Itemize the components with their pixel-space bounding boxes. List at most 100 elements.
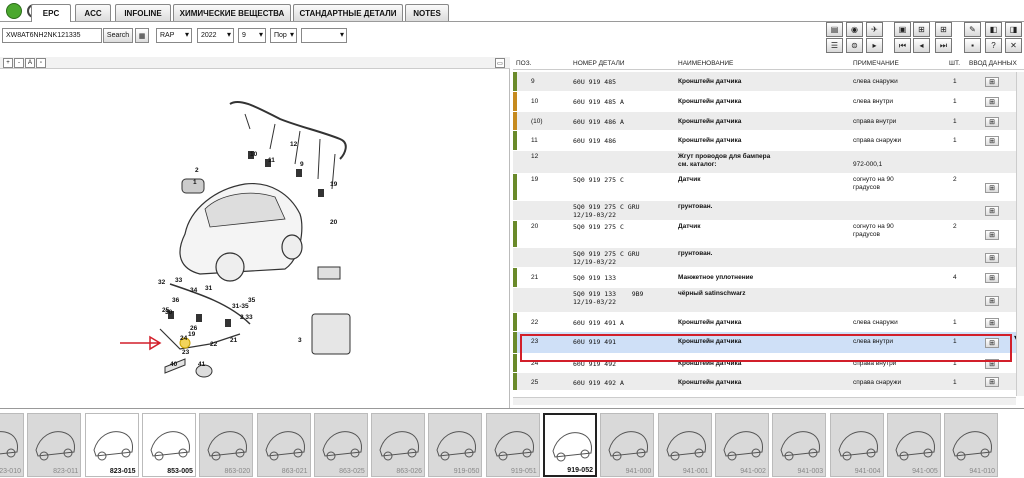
table-row[interactable]: 19 5Q0 919 275 C Датчик согнуто на 90 граду… [513,174,1020,201]
table-row[interactable]: 20 5Q0 919 275 C Датчик согнуто на 90 граду… [513,221,1020,248]
table-row[interactable]: 22 60U 919 491 A Кронштейн датчика слева сн… [513,313,1020,332]
tab-1[interactable]: ACC [75,4,111,21]
callout-label[interactable]: 34 [190,287,197,294]
first-icon[interactable]: ⏮ [894,38,911,53]
text-size-icon[interactable]: A [25,58,35,68]
tab-5[interactable]: NOTES [405,4,449,21]
cart-add-icon[interactable]: ⊞ [935,22,952,37]
mini-icon[interactable]: ▪ [964,38,981,53]
elsa-icon[interactable]: ▣ [894,22,911,37]
print-icon[interactable]: ▤ [826,22,843,37]
thumbnail[interactable]: 941-001 [657,413,712,477]
add-to-cart-icon[interactable]: ⊞ [985,206,999,216]
thumbnail[interactable]: 941-004 [829,413,884,477]
close-icon[interactable]: ✕ [1005,38,1022,53]
table-row[interactable]: 10 60U 919 485 A Кронштейн датчика слева вн… [513,92,1020,112]
add-to-cart-icon[interactable]: ⊞ [985,253,999,263]
thumbnail[interactable]: 863-025 [313,413,368,477]
thumbnail[interactable]: 941-002 [714,413,769,477]
thumbnail[interactable]: 853-005 [141,413,196,477]
add-to-cart-icon[interactable]: ⊞ [985,77,999,87]
tab-4[interactable]: СТАНДАРТНЫЕ ДЕТАЛИ [293,4,403,21]
table-row[interactable]: 5Q0 919 275 C GRU 12/19-03/22 грунтован. ⊞ [513,248,1020,268]
thumbnail[interactable]: 941-000 [600,413,655,477]
callout-label[interactable]: 32 [158,279,165,286]
add-to-cart-icon[interactable]: ⊞ [985,317,999,328]
table-row[interactable]: 5Q0 919 133 9B9 12/19-03/22 чёрный satins… [513,288,1020,313]
table-row[interactable]: 21 5Q0 919 133 Манжетное уплотнение 4 ⊞ [513,268,1020,288]
prev-icon[interactable]: ◂ [913,38,930,53]
callout-label[interactable]: 10 [250,151,257,158]
callout-label[interactable]: 33 [175,277,182,284]
add-to-cart-icon[interactable]: ⊞ [985,295,999,306]
extra-select[interactable] [301,28,347,43]
callout-label[interactable]: 25 [162,307,169,314]
expand-icon[interactable]: ▭ [495,58,505,68]
add-to-cart-icon[interactable]: ⊞ [985,377,999,387]
zoom-out-icon[interactable]: - [14,58,24,68]
add-to-cart-icon[interactable]: ⊞ [985,229,999,240]
callout-label[interactable]: 11 [268,157,275,164]
fit-icon[interactable]: ▫ [36,58,46,68]
thumbnail[interactable]: 823-011 [27,413,82,477]
thumbnail[interactable]: 863-021 [256,413,311,477]
callout-label[interactable]: 1 [193,179,197,186]
thumbnail[interactable]: 941-010 [944,413,999,477]
callout-label[interactable]: 9 [300,161,304,168]
tools-icon[interactable]: ✈ [866,22,883,37]
add-to-cart-icon[interactable]: ⊞ [985,116,999,127]
callout-label[interactable]: 36 [172,297,179,304]
callout-label[interactable]: 19 [188,331,195,338]
next-icon[interactable]: ▸ [866,38,883,53]
thumbnail[interactable]: 823-010 [0,413,24,477]
cart-icon[interactable]: ⊞ [913,22,930,37]
callout-label[interactable]: 31-35 [232,303,249,310]
callout-label[interactable]: 19 [330,181,337,188]
table-row[interactable]: 9 60U 919 485 Кронштейн датчика слева снару… [513,72,1020,92]
table-row[interactable]: (10) 60U 919 486 A Кронштейн датчика справа… [513,112,1020,131]
list-icon[interactable]: ☰ [826,38,843,53]
add-to-cart-icon[interactable]: ⊞ [985,182,999,193]
month-select[interactable]: 9 [238,28,266,43]
callout-label[interactable]: 3 [298,337,302,344]
callout-label[interactable]: 12 [290,141,297,148]
callout-label[interactable]: 2 [195,167,199,174]
calendar-icon[interactable]: ▦ [135,28,149,43]
last-icon[interactable]: ⏭ [935,38,952,53]
pin-icon[interactable]: ✎ [964,22,981,37]
vin-input[interactable]: XW8AT6NH2NK121335 [2,28,102,43]
add-to-cart-icon[interactable]: ⊞ [985,97,999,107]
vertical-scrollbar[interactable] [1016,72,1024,396]
callout-label[interactable]: 2 33 [240,314,253,321]
thumbnail[interactable]: 823-015 [84,413,139,477]
callout-label[interactable]: 22 [210,341,217,348]
thumbnail[interactable]: 863-026 [371,413,426,477]
callout-label[interactable]: 20 [330,219,337,226]
lang-select[interactable]: Пор [270,28,297,43]
photo-icon[interactable]: ◉ [846,22,863,37]
search-button[interactable]: Search [103,28,133,43]
table-row[interactable]: 11 60U 919 486 Кронштейн датчика справа сна… [513,131,1020,151]
forward-icon[interactable]: ◨ [1005,22,1022,37]
callout-label[interactable]: 21 [230,337,237,344]
tab-2[interactable]: INFOLINE [115,4,171,21]
callout-label[interactable]: 23 [182,349,189,356]
callout-label[interactable]: 35 [248,297,255,304]
model-select[interactable]: RAP [156,28,192,43]
thumbnail[interactable]: 919-050 [428,413,483,477]
thumbnail[interactable]: 863-020 [199,413,254,477]
table-row[interactable]: 5Q0 919 275 C GRU 12/19-03/22 грунтован. ⊞ [513,201,1020,221]
tab-0[interactable]: EPC [31,4,71,22]
thumbnail[interactable]: 919-052 [543,413,597,477]
thumbnail[interactable]: 941-005 [886,413,941,477]
table-row[interactable]: 12 Жгут проводов для бампера см. каталог:… [513,151,1020,174]
add-to-cart-icon[interactable]: ⊞ [985,136,999,146]
callout-label[interactable]: 41 [198,361,205,368]
year-select[interactable]: 2022 [197,28,234,43]
thumbnail[interactable]: 941-003 [772,413,827,477]
table-row[interactable]: 25 60U 919 492 A Кронштейн датчика справа с… [513,373,1020,391]
back-icon[interactable]: ◧ [985,22,1002,37]
callout-label[interactable]: 31 [205,285,212,292]
zoom-in-icon[interactable]: + [3,58,13,68]
thumbnail[interactable]: 919-051 [485,413,540,477]
